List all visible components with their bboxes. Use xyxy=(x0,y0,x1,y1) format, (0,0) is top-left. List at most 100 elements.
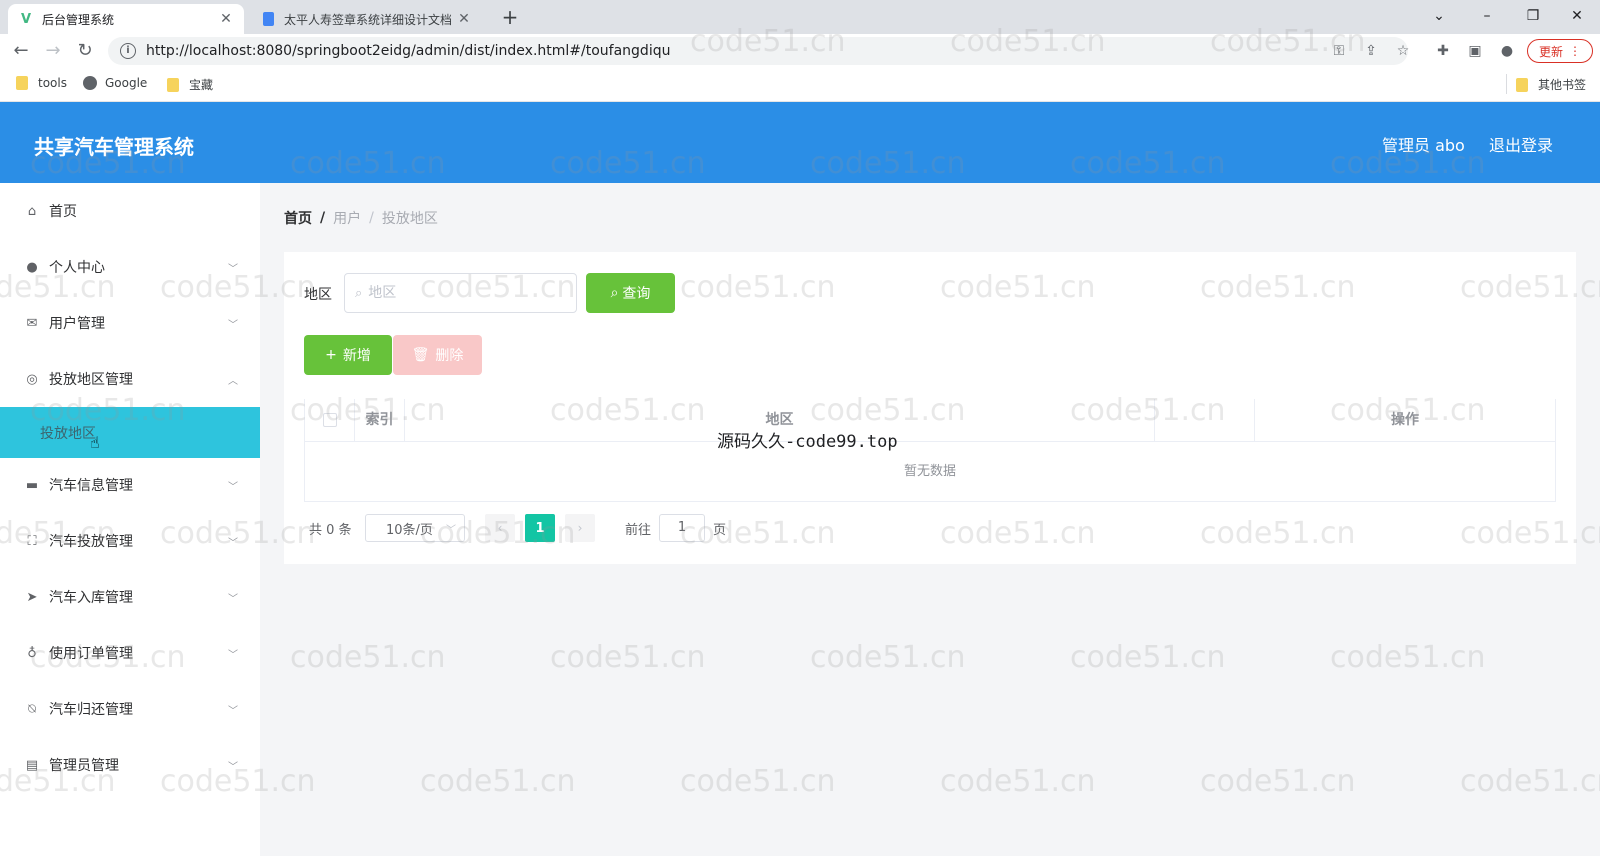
delete-label: 删除 xyxy=(435,348,464,364)
search-icon: ⌕ xyxy=(610,285,619,301)
add-label: 新增 xyxy=(342,348,371,364)
goto-page-input[interactable]: 1 xyxy=(659,514,706,542)
prev-page-button[interactable]: ‹ xyxy=(485,514,515,542)
watermark-text: code51.cn xyxy=(420,764,576,799)
share-icon[interactable]: ⇪ xyxy=(1360,40,1382,62)
bookmark-treasure[interactable]: 宝藏 xyxy=(167,76,213,93)
restore-button[interactable]: ❐ xyxy=(1510,2,1556,30)
watermark-text: code51.cn xyxy=(1460,764,1600,799)
address-bar[interactable]: i http://localhost:8080/springboot2eidg/… xyxy=(108,37,1408,65)
sidebar-item-users[interactable]: ✉ 用户管理 ﹀ xyxy=(0,295,260,351)
region-table: 索引 地区 操作 暂无数据 xyxy=(304,399,1556,502)
doc-icon xyxy=(260,11,276,27)
chevron-down-icon: ﹀ xyxy=(228,649,238,661)
browser-tab-active[interactable]: V 后台管理系统 ✕ xyxy=(8,4,244,34)
tab-search-icon[interactable]: ⌄ xyxy=(1416,2,1462,30)
sidebar: ⌂ 首页 ● 个人中心 ﹀ ✉ 用户管理 ﹀ ◎ 投放地区管理 ︿ ▬ 汽车信息… xyxy=(0,183,260,856)
delete-button[interactable]: 🗑 删除 xyxy=(393,335,482,375)
page-size-select[interactable]: 10条/页 ﹀ xyxy=(365,514,465,542)
select-all-checkbox-cell xyxy=(305,399,355,442)
select-all-checkbox[interactable] xyxy=(322,413,337,427)
back-icon[interactable]: ← xyxy=(8,38,34,64)
browser-tab-inactive[interactable]: 太平人寿签章系统详细设计文档 ✕ xyxy=(250,4,482,34)
bookmark-tools[interactable]: tools xyxy=(16,76,67,90)
new-tab-button[interactable]: + xyxy=(498,5,522,29)
logout-link[interactable]: 退出登录 xyxy=(1489,132,1553,156)
chevron-down-icon: ﹀ xyxy=(446,524,456,536)
star-icon[interactable]: ☆ xyxy=(1392,40,1414,62)
close-window-button[interactable]: ✕ xyxy=(1554,2,1600,30)
update-button[interactable]: 更新 ⋮ xyxy=(1527,39,1593,63)
breadcrumb: 首页 / 用户 / 投放地区 xyxy=(284,208,438,228)
sidebar-item-label: 汽车入库管理 xyxy=(49,590,133,606)
monitor-icon: ▬ xyxy=(25,477,39,493)
query-label: 查询 xyxy=(622,286,651,302)
reload-icon[interactable]: ↻ xyxy=(72,38,98,64)
sidebar-item-label: 汽车归还管理 xyxy=(49,702,133,718)
sidebar-item-label: 汽车投放管理 xyxy=(49,534,133,550)
sidebar-item-profile[interactable]: ● 个人中心 ﹀ xyxy=(0,239,260,295)
sidebar-item-admins[interactable]: ▤ 管理员管理 ﹀ xyxy=(0,737,260,793)
sidebar-item-car-info[interactable]: ▬ 汽车信息管理 ﹀ xyxy=(0,457,260,513)
profile-icon[interactable]: ● xyxy=(1496,40,1518,62)
add-button[interactable]: + 新增 xyxy=(304,335,392,375)
region-search-field[interactable]: ⌕ xyxy=(344,273,577,313)
close-tab-icon[interactable]: ✕ xyxy=(218,11,234,27)
column-header-operations: 操作 xyxy=(1391,412,1419,428)
plus-icon: + xyxy=(325,347,337,363)
tab-title: 后台管理系统 xyxy=(42,12,115,27)
trash-icon: 🗑 xyxy=(411,347,430,363)
key-icon[interactable]: ⚿ xyxy=(1328,40,1350,62)
chevron-down-icon: ﹀ xyxy=(228,537,238,549)
current-user: 管理员 abo xyxy=(1382,136,1465,155)
more-icon: ⋮ xyxy=(1569,44,1581,58)
query-button[interactable]: ⌕ 查询 xyxy=(586,273,675,313)
sidebar-item-region[interactable]: ◎ 投放地区管理 ︿ xyxy=(0,351,260,407)
breadcrumb-level1: 用户 xyxy=(333,211,362,227)
sidebar-item-orders[interactable]: ♁ 使用订单管理 ﹀ xyxy=(0,625,260,681)
chevron-down-icon: ﹀ xyxy=(228,319,238,331)
home-icon: ⌂ xyxy=(27,203,37,219)
watermark-text: code51.cn xyxy=(290,640,446,675)
next-page-button[interactable]: › xyxy=(565,514,595,542)
sidebar-item-label: 使用订单管理 xyxy=(49,646,133,662)
breadcrumb-separator: / xyxy=(369,210,374,226)
sidebar-item-car-return[interactable]: ⍉ 汽车归还管理 ﹀ xyxy=(0,681,260,737)
breadcrumb-home[interactable]: 首页 xyxy=(284,208,312,228)
region-search-input[interactable] xyxy=(368,285,559,301)
sidebar-item-car-storage[interactable]: ➤ 汽车入库管理 ﹀ xyxy=(0,569,260,625)
compass-icon: ◎ xyxy=(26,371,38,387)
tab-title: 太平人寿签章系统详细设计文档 xyxy=(284,12,453,27)
bookmarks-divider xyxy=(1506,74,1507,94)
sidebar-subitem-region-active[interactable]: 投放地区 xyxy=(0,407,260,458)
close-tab-icon[interactable]: ✕ xyxy=(456,11,472,27)
watermark-text: code51.cn xyxy=(550,640,706,675)
minimize-button[interactable]: – xyxy=(1464,2,1510,30)
forward-icon[interactable]: → xyxy=(40,38,66,64)
chevron-down-icon: ﹀ xyxy=(228,761,238,773)
chevron-down-icon: ﹀ xyxy=(228,593,238,605)
send-icon: ➤ xyxy=(26,589,38,605)
bookmark-google[interactable]: Google xyxy=(83,76,147,90)
sidebar-item-car-deploy[interactable]: ⛶ 汽车投放管理 ﹀ xyxy=(0,513,260,569)
page-number-current[interactable]: 1 xyxy=(525,514,555,542)
site-info-icon[interactable]: i xyxy=(120,43,136,59)
user-icon: ● xyxy=(26,259,38,275)
watermark-text: code51.cn xyxy=(1070,640,1226,675)
pagination-total: 共 0 条 xyxy=(309,522,352,538)
extensions-icon[interactable]: ✚ xyxy=(1432,40,1454,62)
bookmark-other[interactable]: 其他书签 xyxy=(1516,76,1586,93)
sidebar-item-home[interactable]: ⌂ 首页 xyxy=(0,183,260,239)
vue-logo-icon: V xyxy=(20,11,32,27)
bookmark-label: 其他书签 xyxy=(1538,78,1587,92)
bookmark-label: Google xyxy=(105,76,148,90)
sidebar-item-label: 个人中心 xyxy=(49,260,105,276)
sidebar-subitem-label: 投放地区 xyxy=(40,425,96,442)
watermark-text: code51.cn xyxy=(940,764,1096,799)
search-label: 地区 xyxy=(304,287,332,303)
side-panel-icon[interactable]: ▣ xyxy=(1464,40,1486,62)
folder-icon xyxy=(16,76,28,90)
bookmarks-bar: tools Google 宝藏 其他书签 xyxy=(0,68,1600,102)
app-header: 共享汽车管理系统 管理员 abo 退出登录 xyxy=(0,102,1600,183)
app-title: 共享汽车管理系统 xyxy=(34,135,194,159)
